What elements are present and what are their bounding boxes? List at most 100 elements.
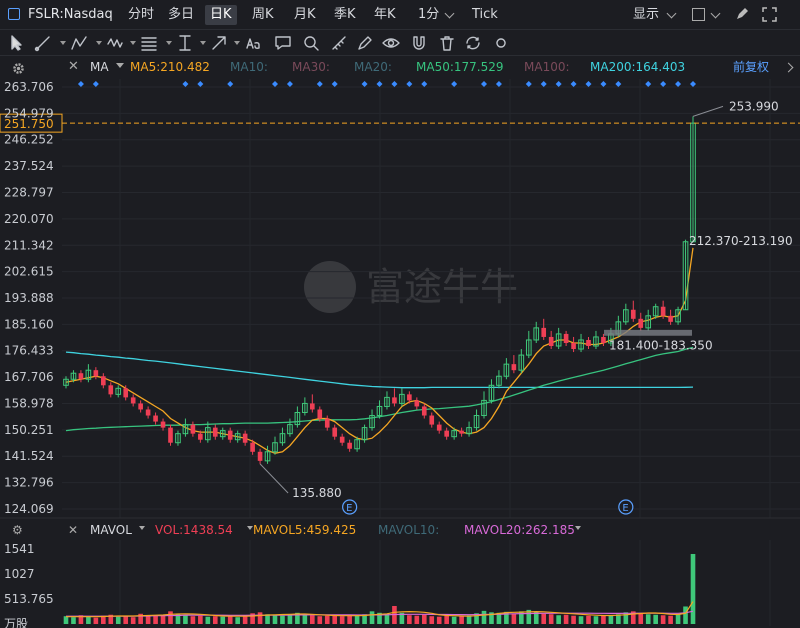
chevron-down-icon[interactable] — [444, 8, 455, 19]
volume-bar[interactable] — [571, 615, 576, 624]
candle-body[interactable] — [436, 424, 442, 431]
volume-bar[interactable] — [63, 616, 69, 624]
gear-icon[interactable]: ⚙ — [12, 523, 23, 537]
volume-bar[interactable] — [541, 613, 547, 624]
chevron-down-icon[interactable] — [200, 41, 206, 45]
chevron-down-icon[interactable] — [166, 41, 172, 45]
volume-bar[interactable] — [93, 617, 99, 624]
adjust-mode[interactable]: 前复权 — [733, 57, 769, 77]
candle-body[interactable] — [571, 342, 576, 350]
candle-body[interactable] — [242, 433, 248, 443]
volume-bar[interactable] — [511, 613, 517, 624]
line-tool-icon[interactable] — [34, 34, 52, 52]
candle-body[interactable] — [78, 373, 84, 380]
volume-bar[interactable] — [71, 617, 76, 624]
eye-icon[interactable] — [382, 34, 400, 52]
candle-body[interactable] — [145, 409, 151, 416]
volume-bar[interactable] — [198, 615, 203, 624]
close-icon[interactable]: ✕ — [68, 57, 79, 77]
candle-body[interactable] — [130, 397, 136, 404]
volume-bar[interactable] — [339, 616, 345, 624]
period-tab-daily[interactable]: 日K — [205, 5, 237, 25]
volume-bar[interactable] — [660, 615, 666, 624]
volume-bar[interactable] — [451, 616, 457, 624]
volume-bar[interactable] — [123, 616, 129, 624]
candle-body[interactable] — [138, 403, 143, 410]
chevron-down-icon[interactable] — [116, 63, 124, 68]
close-icon[interactable]: ✕ — [68, 523, 78, 537]
volume-bar[interactable] — [429, 616, 435, 624]
candle-body[interactable] — [429, 415, 435, 425]
volume-bar[interactable] — [212, 616, 218, 624]
candle-body[interactable] — [198, 433, 203, 440]
volume-bar[interactable] — [421, 614, 427, 624]
trash-icon[interactable] — [438, 34, 456, 52]
candle-body[interactable] — [101, 376, 106, 386]
chevron-down-icon[interactable] — [710, 8, 721, 19]
candle-body[interactable] — [168, 427, 173, 443]
square-toggle-icon[interactable] — [692, 8, 705, 21]
volume-bar[interactable] — [675, 614, 681, 624]
candle-body[interactable] — [317, 409, 323, 419]
symbol-checkbox[interactable] — [8, 8, 20, 20]
volume-bar[interactable] — [235, 617, 240, 624]
volume-bar[interactable] — [257, 612, 263, 624]
volume-bar[interactable] — [683, 606, 688, 624]
volume-bar[interactable] — [324, 615, 330, 624]
candle-body[interactable] — [227, 430, 233, 440]
settings-icon[interactable] — [492, 34, 510, 52]
volume-bar[interactable] — [287, 614, 293, 624]
volume-bar[interactable] — [563, 614, 569, 624]
volume-bar[interactable] — [205, 616, 211, 624]
candle-body[interactable] — [339, 436, 345, 443]
volume-bar[interactable] — [317, 616, 323, 624]
candle-body[interactable] — [459, 430, 464, 434]
volume-bar[interactable] — [601, 615, 606, 624]
volume-bar[interactable] — [190, 616, 196, 624]
candlestick-chart[interactable]: 富途牛牛 251.750253.990212.370-213.190181.40… — [0, 77, 800, 628]
volume-bar[interactable] — [130, 617, 136, 624]
volume-bar[interactable] — [332, 615, 338, 624]
volume-bar[interactable] — [586, 615, 591, 624]
chevron-down-icon[interactable] — [60, 41, 66, 45]
candle-body[interactable] — [108, 385, 114, 395]
candle-body[interactable] — [250, 442, 255, 452]
volume-bar[interactable] — [444, 615, 449, 624]
volume-bar[interactable] — [608, 615, 614, 624]
zoom-icon[interactable] — [302, 34, 320, 52]
chevron-down-icon[interactable] — [666, 8, 677, 19]
candle-body[interactable] — [668, 315, 673, 322]
candle-body[interactable] — [212, 427, 218, 437]
volume-bar[interactable] — [414, 615, 420, 624]
candle-body[interactable] — [347, 442, 352, 449]
volume-bar[interactable] — [668, 615, 673, 624]
chevron-down-icon[interactable] — [130, 41, 136, 45]
volume-bar[interactable] — [272, 615, 278, 624]
volume-bar[interactable] — [548, 614, 554, 624]
candle-body[interactable] — [638, 318, 644, 328]
draw-pen-icon[interactable] — [734, 6, 750, 26]
volume-bar[interactable] — [220, 616, 226, 624]
candle-body[interactable] — [601, 336, 606, 343]
candle-body[interactable] — [93, 370, 99, 377]
volume-bar[interactable] — [593, 616, 599, 624]
candle-body[interactable] — [310, 403, 315, 410]
candle-body[interactable] — [123, 388, 129, 398]
candle-body[interactable] — [660, 306, 666, 316]
candle-body[interactable] — [511, 364, 517, 371]
display-menu[interactable]: 显示 — [633, 0, 659, 30]
candle-body[interactable] — [257, 451, 263, 461]
volume-bar[interactable] — [227, 615, 233, 624]
magnet-icon[interactable] — [410, 34, 428, 52]
volume-bar[interactable] — [183, 615, 188, 624]
text-tool-icon[interactable] — [244, 34, 262, 52]
volume-bar[interactable] — [578, 616, 584, 624]
candle-body[interactable] — [414, 400, 420, 407]
mavol-type-label[interactable]: MAVOL — [90, 523, 132, 537]
candle-body[interactable] — [586, 339, 591, 347]
volume-bar[interactable] — [638, 613, 644, 624]
volume-bar[interactable] — [459, 616, 464, 624]
candle-body[interactable] — [548, 336, 554, 347]
period-tab-yearly[interactable]: 年K — [374, 0, 396, 30]
volume-bar[interactable] — [354, 615, 360, 624]
